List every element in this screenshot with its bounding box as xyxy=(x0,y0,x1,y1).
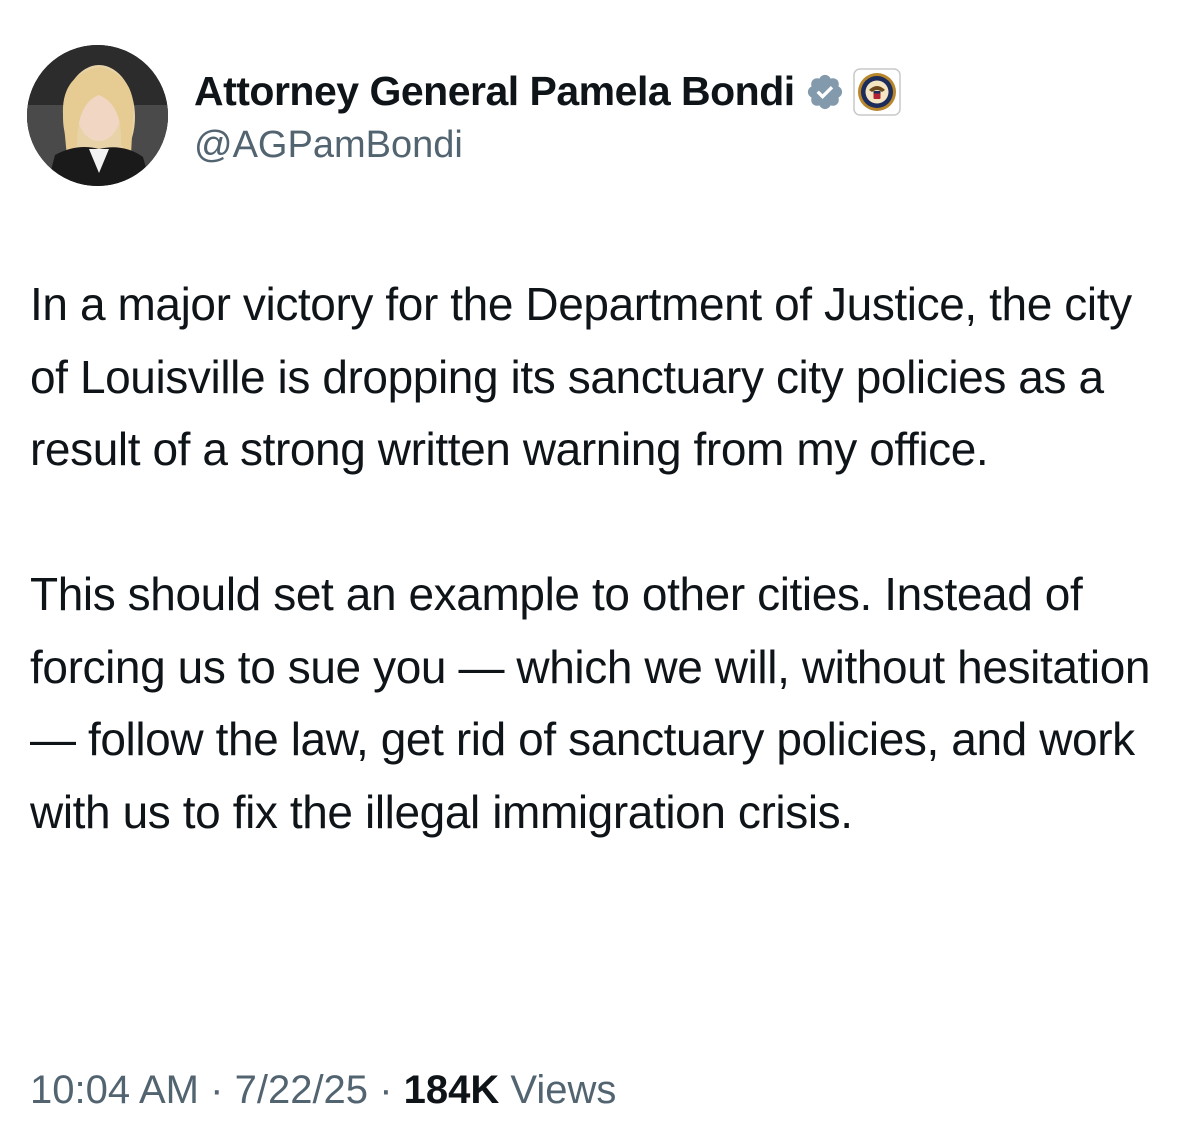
author-handle[interactable]: @AGPamBondi xyxy=(194,124,901,167)
meta-separator: · xyxy=(379,1068,393,1112)
avatar-image xyxy=(27,44,168,186)
tweet-date[interactable]: 7/22/25 xyxy=(235,1068,368,1112)
meta-separator: · xyxy=(210,1068,224,1112)
views-count: 184K xyxy=(403,1068,500,1112)
avatar[interactable] xyxy=(27,44,168,186)
department-of-justice-seal-icon[interactable] xyxy=(852,67,901,116)
tweet-text: In a major victory for the Department of… xyxy=(30,278,1151,838)
tweet-header: Attorney General Pamela Bondi @AGPamBond… xyxy=(27,44,901,186)
tweet-time[interactable]: 10:04 AM xyxy=(30,1068,199,1112)
display-name[interactable]: Attorney General Pamela Bondi xyxy=(194,68,795,115)
verified-badge-icon[interactable] xyxy=(805,72,845,112)
author-identity: Attorney General Pamela Bondi @AGPamBond… xyxy=(194,64,901,167)
tweet-card: Attorney General Pamela Bondi @AGPamBond… xyxy=(0,0,1200,1144)
views-label: Views xyxy=(510,1068,617,1112)
tweet-meta: 10:04 AM · 7/22/25 · 184K Views xyxy=(30,1068,616,1113)
name-row: Attorney General Pamela Bondi xyxy=(194,64,901,120)
